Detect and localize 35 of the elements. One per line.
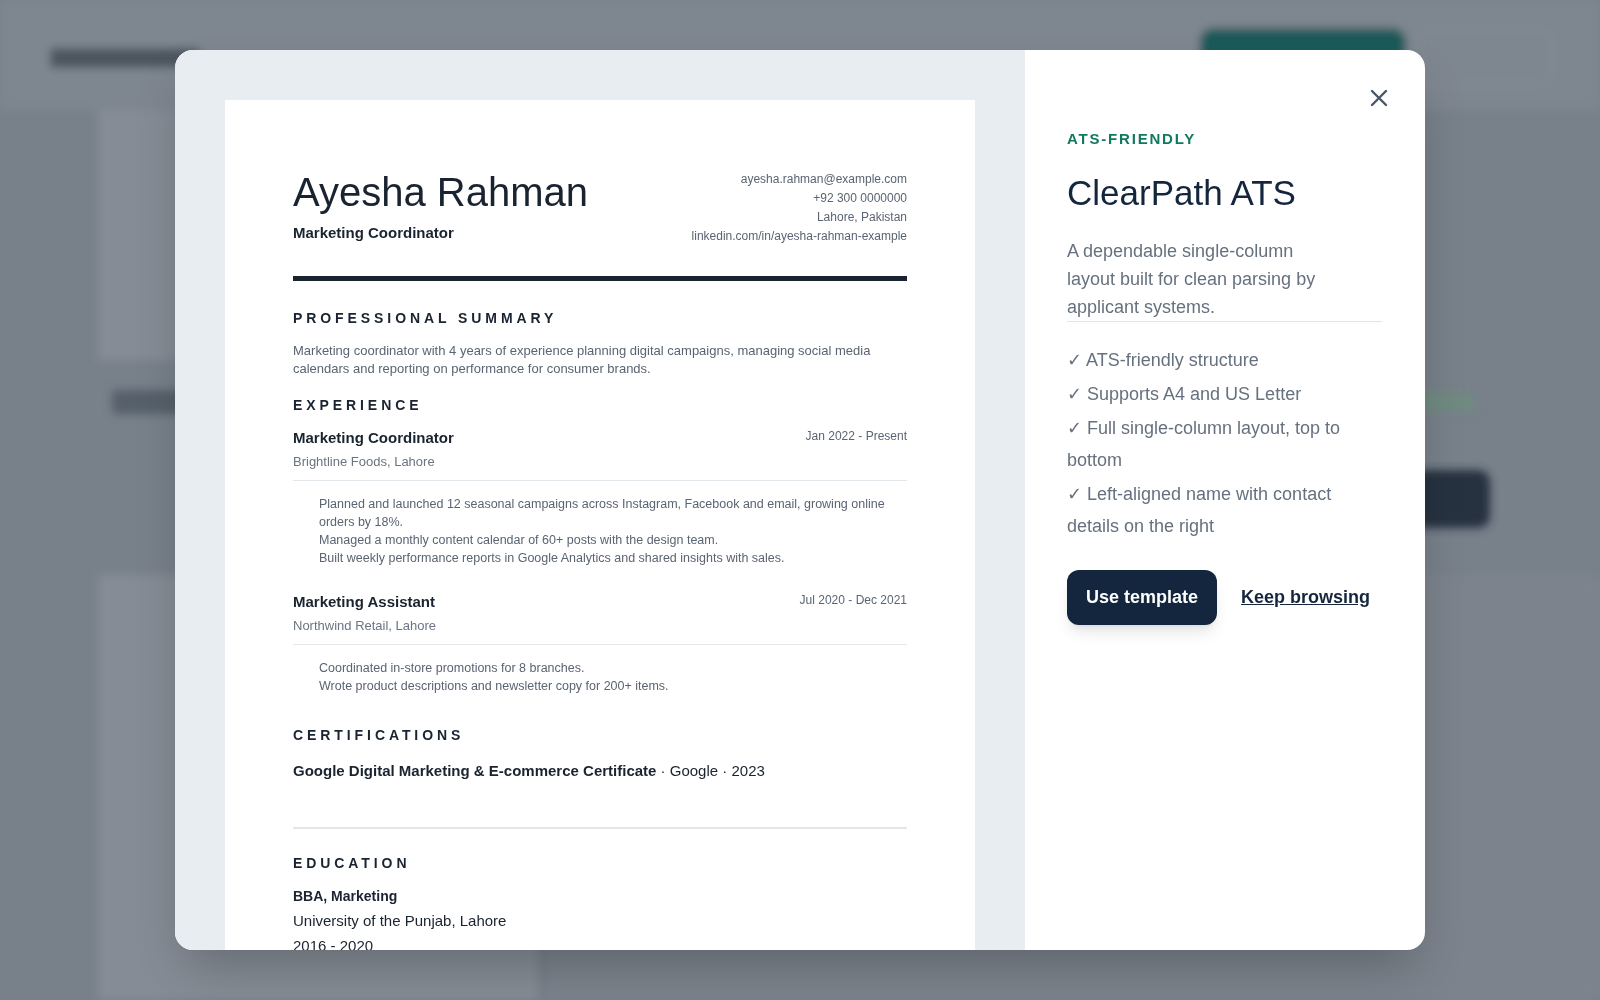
- feature-item: ✓ Full single-column layout, top to bottom: [1067, 417, 1342, 472]
- feature-item: ✓ Left-aligned name with contact details on the right: [1067, 483, 1333, 538]
- job-bullet: Coordinated in-store promotions for 8 branches.: [319, 660, 586, 677]
- job-title: Marketing Assistant: [293, 592, 436, 612]
- template-title: ClearPath ATS: [1067, 171, 1296, 214]
- job-bullet: Planned and launched 12 seasonal campaigns across Instagram, Facebook and email, growing online orders by 18%.: [319, 496, 886, 531]
- feature-item: ✓ Supports A4 and US Letter: [1067, 383, 1303, 406]
- job-dates: Jul 2020 - Dec 2021: [799, 592, 907, 609]
- resume-headline: Marketing Coordinator: [293, 223, 455, 243]
- contact-line: +92 300 0000000: [813, 190, 907, 207]
- contact-line: ayesha.rahman@example.com: [740, 171, 907, 188]
- use-template-button[interactable]: Use template: [1067, 570, 1218, 625]
- summary-text: Marketing coordinator with 4 years of experience planning digital campaigns, managing social media calendars and reporting on performance for consumer brands.: [293, 342, 872, 378]
- school-name: University of the Punjab, Lahore: [293, 910, 508, 931]
- job-title: Marketing Coordinator: [293, 428, 454, 448]
- job-bullet: Built weekly performance reports in Google Analytics and shared insights with sales.: [319, 550, 786, 567]
- job-bullet: Wrote product descriptions and newsletter copy for 200+ items.: [319, 678, 670, 695]
- degree-name: BBA, Marketing: [293, 886, 399, 906]
- job-bullet: Managed a monthly content calendar of 60+ posts with the design team.: [319, 532, 720, 549]
- contact-line: linkedin.com/in/ayesha-rahman-example: [691, 228, 907, 245]
- contact-line: Lahore, Pakistan: [816, 209, 907, 226]
- company-name: Northwind Retail, Lahore: [293, 616, 437, 635]
- certification-entry: Google Digital Marketing & E-commerce Certificate · Google · 2023: [293, 761, 766, 781]
- company-name: Brightline Foods, Lahore: [293, 452, 436, 471]
- section-heading: EXPERIENCE: [293, 396, 424, 415]
- template-description: A dependable single-column layout built for clean parsing by applicant systems.: [1067, 240, 1317, 319]
- section-heading: EDUCATION: [293, 853, 412, 873]
- resume-name: Ayesha Rahman: [293, 169, 588, 216]
- job-dates: Jan 2022 - Present: [805, 428, 907, 445]
- section-heading: PROFESSIONAL SUMMARY: [293, 309, 559, 328]
- keep-browsing-link[interactable]: Keep browsing: [1241, 584, 1371, 611]
- close-icon: [1370, 89, 1388, 107]
- feature-item: ✓ ATS-friendly structure: [1067, 349, 1260, 372]
- section-heading: CERTIFICATIONS: [293, 726, 466, 745]
- template-tag: ATS-FRIENDLY: [1067, 128, 1197, 151]
